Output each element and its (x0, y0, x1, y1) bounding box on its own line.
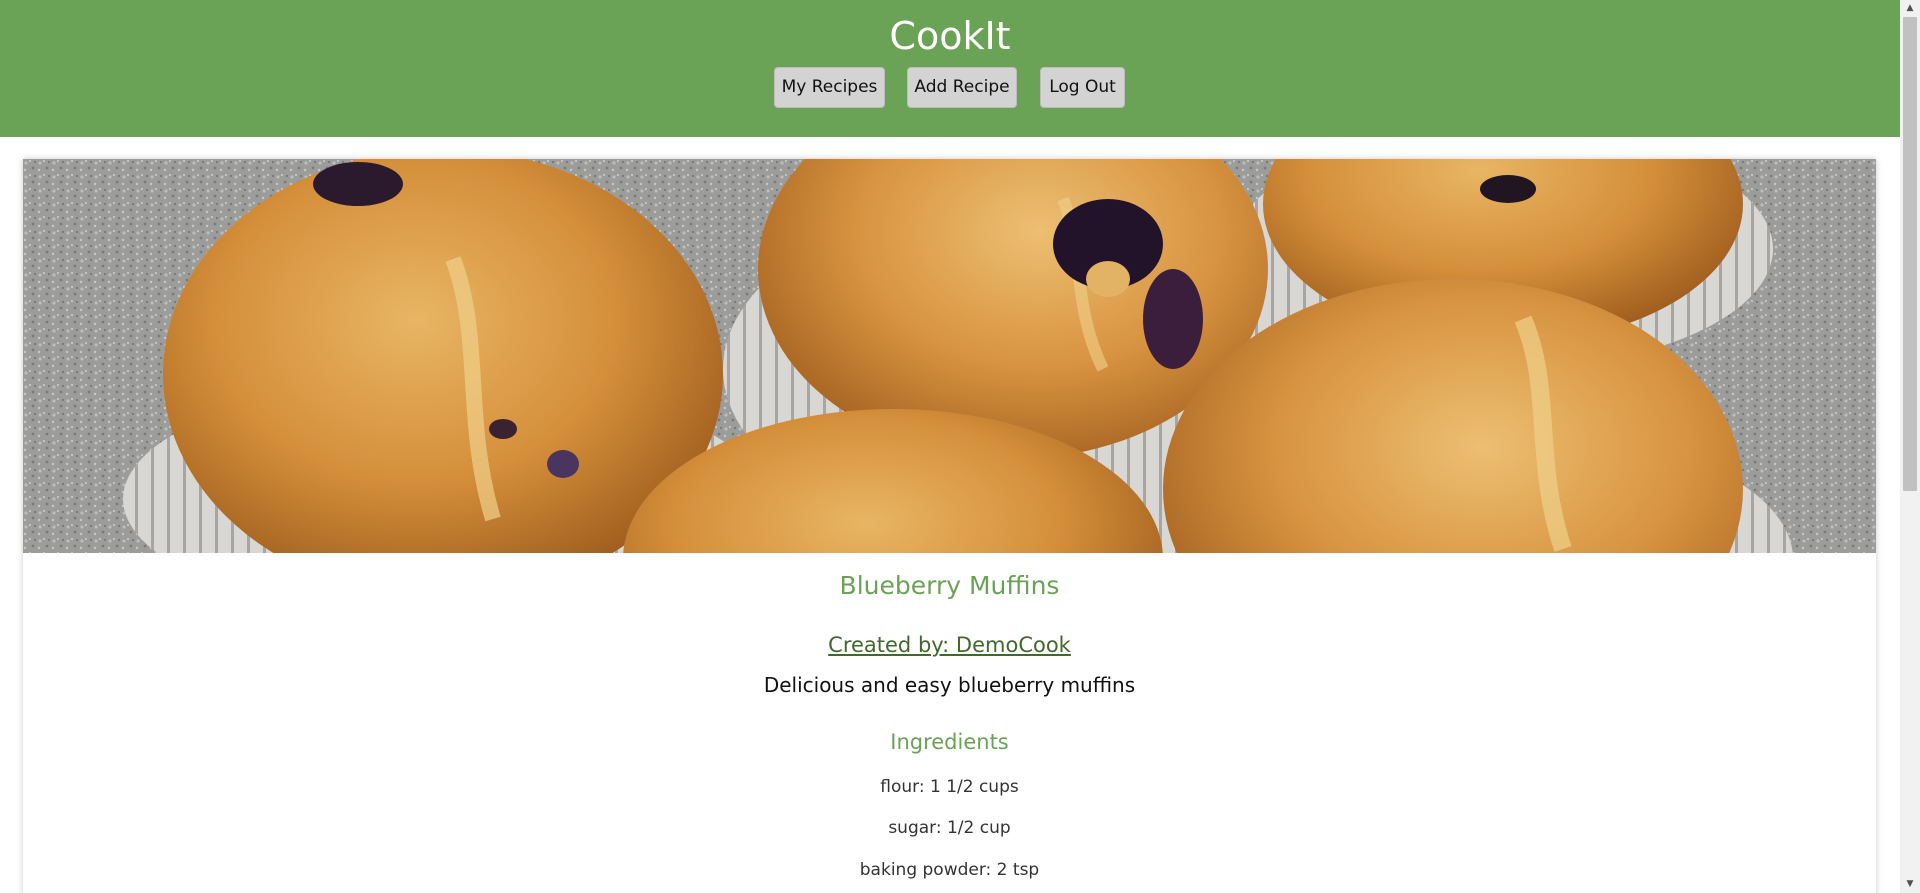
main-nav: My Recipes Add Recipe Log Out (0, 67, 1900, 108)
recipe-card: Blueberry Muffins Created by: DemoCook D… (23, 159, 1876, 893)
blueberry (547, 450, 579, 478)
page-viewport: CookIt My Recipes Add Recipe Log Out Blu… (0, 0, 1900, 893)
site-header: CookIt My Recipes Add Recipe Log Out (0, 0, 1900, 137)
ingredients-heading: Ingredients (890, 730, 1009, 754)
blueberry (1480, 175, 1536, 203)
my-recipes-button[interactable]: My Recipes (774, 67, 885, 108)
muffin-top (163, 159, 723, 553)
author-link[interactable]: Created by: DemoCook (23, 631, 1876, 659)
blueberry (489, 419, 517, 439)
site-title: CookIt (889, 14, 1011, 58)
recipe-title: Blueberry Muffins (839, 571, 1060, 600)
recipe-hero-image (23, 159, 1876, 553)
ingredient-item: baking powder: 2 tsp (859, 860, 1040, 880)
add-recipe-button[interactable]: Add Recipe (907, 67, 1017, 108)
ingredient-item: sugar: 1/2 cup (888, 818, 1011, 838)
blueberry (1143, 269, 1203, 369)
blueberry (313, 162, 403, 206)
recipe-description: Delicious and easy blueberry muffins (763, 673, 1136, 697)
scroll-thumb[interactable] (1903, 17, 1917, 491)
log-out-button[interactable]: Log Out (1040, 67, 1125, 108)
ingredient-item: flour: 1 1/2 cups (880, 777, 1019, 797)
scroll-up-arrow-icon[interactable]: ▲ (1900, 0, 1920, 17)
scroll-down-arrow-icon[interactable]: ▼ (1900, 876, 1920, 893)
vertical-scrollbar[interactable]: ▲ ▼ (1900, 0, 1920, 893)
